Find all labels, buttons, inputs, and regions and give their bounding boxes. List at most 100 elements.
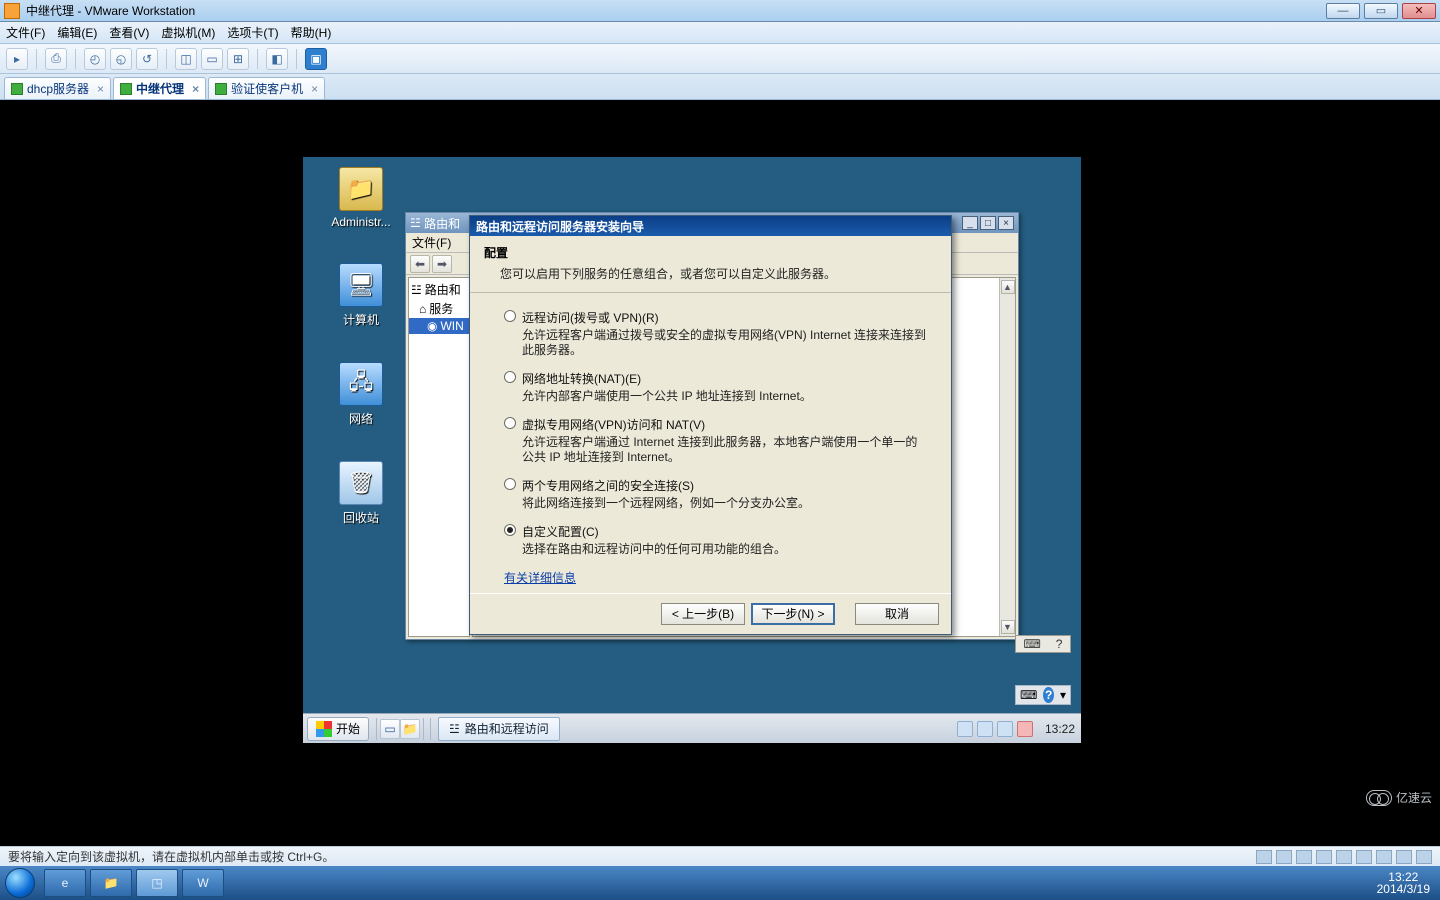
menu-edit[interactable]: 编辑(E): [57, 24, 97, 41]
maximize-button[interactable]: ▭: [1364, 3, 1398, 19]
taskbar-app-rras[interactable]: ☳路由和远程访问: [438, 717, 560, 741]
host-task-vmware-icon[interactable]: ◳: [136, 869, 178, 897]
scroll-up-icon[interactable]: ▲: [1001, 280, 1015, 294]
option-label: 两个专用网络之间的安全连接(S): [522, 477, 694, 494]
minimize-button[interactable]: —: [1326, 3, 1360, 19]
menu-file[interactable]: 文件(F): [6, 24, 45, 41]
help-icon[interactable]: ?: [1043, 687, 1054, 703]
tree-root[interactable]: ☳路由和: [409, 280, 469, 299]
host-start-button[interactable]: [0, 866, 40, 900]
desktop-icon-computer[interactable]: 🖥计算机: [329, 263, 393, 328]
tray-icon[interactable]: [957, 721, 973, 737]
tab-close-icon[interactable]: ×: [97, 82, 104, 96]
tb-view2-icon[interactable]: ▭: [201, 48, 223, 70]
vm-display[interactable]: 📁Administr... 🖥计算机 🖧网络 🗑回收站 ☳ 路由和 _ □ × …: [0, 100, 1440, 846]
guest-desktop[interactable]: 📁Administr... 🖥计算机 🖧网络 🗑回收站 ☳ 路由和 _ □ × …: [303, 157, 1081, 743]
radio-on-icon[interactable]: [504, 524, 516, 536]
close-button[interactable]: ✕: [1402, 3, 1436, 19]
tab-relay-agent[interactable]: 中继代理×: [113, 77, 206, 99]
menu-tabs[interactable]: 选项卡(T): [227, 24, 278, 41]
tb-power-on-icon[interactable]: ▸: [6, 48, 28, 70]
vmware-menubar: 文件(F) 编辑(E) 查看(V) 虚拟机(M) 选项卡(T) 帮助(H): [0, 22, 1440, 44]
guest-taskbar: 开始 ▭ 📁 ☳路由和远程访问 13:22: [303, 713, 1081, 743]
radio-icon[interactable]: [504, 310, 516, 322]
radio-icon[interactable]: [504, 417, 516, 429]
tray-shield-icon[interactable]: [997, 721, 1013, 737]
menu-help[interactable]: 帮助(H): [291, 24, 332, 41]
vm-icon: [215, 83, 227, 95]
cancel-button[interactable]: 取消: [855, 603, 939, 625]
mmc-maximize-button[interactable]: □: [980, 216, 996, 230]
host-task-word-icon[interactable]: W: [182, 869, 224, 897]
tray-network-icon[interactable]: [977, 721, 993, 737]
option-secure-conn[interactable]: 两个专用网络之间的安全连接(S) 将此网络连接到一个远程网络，例如一个分支办公室…: [504, 477, 927, 511]
tab-dhcp[interactable]: dhcp服务器×: [4, 77, 111, 99]
status-device-icon[interactable]: [1396, 850, 1412, 864]
tab-close-icon[interactable]: ×: [311, 82, 318, 96]
menu-vm[interactable]: 虚拟机(M): [161, 24, 215, 41]
host-clock[interactable]: 13:22 2014/3/19: [1367, 871, 1440, 895]
status-device-icon[interactable]: [1416, 850, 1432, 864]
more-info-link[interactable]: 有关详细信息: [504, 571, 576, 585]
radio-icon[interactable]: [504, 371, 516, 383]
tb-snapshot-manage-icon[interactable]: ◵: [110, 48, 132, 70]
guest-clock[interactable]: 13:22: [1039, 722, 1081, 736]
tb-snapshot-icon[interactable]: ◴: [84, 48, 106, 70]
quicklaunch-explorer-icon[interactable]: 📁: [400, 719, 420, 739]
quicklaunch-desktop-icon[interactable]: ▭: [380, 719, 400, 739]
menu-view[interactable]: 查看(V): [109, 24, 149, 41]
status-device-icon[interactable]: [1336, 850, 1352, 864]
windows-orb-icon: [5, 868, 35, 898]
guest-start-button[interactable]: 开始: [307, 717, 369, 741]
mmc-back-icon[interactable]: ⬅: [410, 255, 430, 273]
host-task-ie-icon[interactable]: e: [44, 869, 86, 897]
option-remote-access[interactable]: 远程访问(拨号或 VPN)(R) 允许远程客户端通过拨号或安全的虚拟专用网络(V…: [504, 309, 927, 358]
scrollbar[interactable]: ▲ ▼: [999, 278, 1015, 636]
status-device-icon[interactable]: [1256, 850, 1272, 864]
desktop-icon-recycle[interactable]: 🗑回收站: [329, 461, 393, 526]
scroll-down-icon[interactable]: ▼: [1001, 620, 1015, 634]
tab-client[interactable]: 验证使客户机×: [208, 77, 325, 99]
back-button[interactable]: < 上一步(B): [661, 603, 745, 625]
chevron-down-icon[interactable]: ▾: [1060, 688, 1066, 702]
option-label: 远程访问(拨号或 VPN)(R): [522, 309, 659, 326]
status-device-icon[interactable]: [1376, 850, 1392, 864]
desktop-icon-network[interactable]: 🖧网络: [329, 362, 393, 427]
tab-close-icon[interactable]: ×: [192, 82, 199, 96]
tb-view1-icon[interactable]: ◫: [175, 48, 197, 70]
radio-icon[interactable]: [504, 478, 516, 490]
next-button[interactable]: 下一步(N) >: [751, 603, 835, 625]
status-device-icon[interactable]: [1356, 850, 1372, 864]
tray-alert-icon[interactable]: [1017, 721, 1033, 737]
status-device-icon[interactable]: [1276, 850, 1292, 864]
desktop-icon-admin[interactable]: 📁Administr...: [329, 167, 393, 229]
keyboard-icon: ⌨: [1020, 688, 1037, 702]
tb-unity-icon[interactable]: ◧: [266, 48, 288, 70]
tb-fullscreen-icon[interactable]: ▣: [305, 48, 327, 70]
option-custom[interactable]: 自定义配置(C) 选择在路由和远程访问中的任何可用功能的组合。: [504, 523, 927, 557]
keyboard-icon: ⌨: [1023, 637, 1040, 651]
option-vpn-nat[interactable]: 虚拟专用网络(VPN)访问和 NAT(V) 允许远程客户端通过 Internet…: [504, 416, 927, 465]
mmc-close-button[interactable]: ×: [998, 216, 1014, 230]
tree-server[interactable]: ⌂服务: [409, 299, 469, 318]
guest-info-bar[interactable]: ⌨? ▾: [1015, 685, 1071, 705]
status-device-icon[interactable]: [1316, 850, 1332, 864]
vm-icon: [11, 83, 23, 95]
tree-win[interactable]: ◉WIN: [409, 318, 469, 334]
mmc-tree[interactable]: ☳路由和 ⌂服务 ◉WIN: [408, 277, 470, 637]
host-task-explorer-icon[interactable]: 📁: [90, 869, 132, 897]
mmc-minimize-button[interactable]: _: [962, 216, 978, 230]
vmware-icon: [4, 3, 20, 19]
tb-view3-icon[interactable]: ⊞: [227, 48, 249, 70]
wizard-subheading: 您可以启用下列服务的任意组合，或者您可以自定义此服务器。: [484, 265, 937, 282]
guest-language-bar[interactable]: ⌨?: [1015, 635, 1071, 653]
window-title: 中继代理 - VMware Workstation: [26, 2, 195, 19]
mmc-forward-icon[interactable]: ➡: [432, 255, 452, 273]
mmc-menu-file[interactable]: 文件(F): [412, 234, 451, 251]
wizard-buttons: < 上一步(B) 下一步(N) > 取消: [470, 593, 951, 633]
status-device-icon[interactable]: [1296, 850, 1312, 864]
tb-revert-icon[interactable]: ↺: [136, 48, 158, 70]
wizard-titlebar[interactable]: 路由和远程访问服务器安装向导: [470, 216, 951, 236]
tb-usb-icon[interactable]: ⎙: [45, 48, 67, 70]
option-nat[interactable]: 网络地址转换(NAT)(E) 允许内部客户端使用一个公共 IP 地址连接到 In…: [504, 370, 927, 404]
